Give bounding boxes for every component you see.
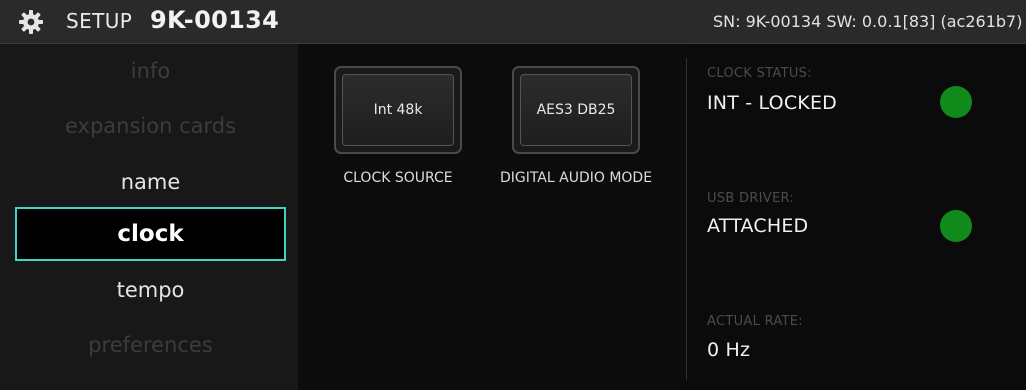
clock-status-value: INT - LOCKED: [707, 92, 837, 114]
device-id-title: 9K-00134: [150, 6, 280, 34]
sidebar-item-expansion-cards[interactable]: expansion cards: [15, 99, 286, 153]
clock-source-button[interactable]: Int 48k: [334, 66, 462, 154]
sidebar-item-clock[interactable]: clock: [15, 207, 286, 261]
sidebar-item-label: expansion cards: [64, 114, 237, 138]
clock-source-caption: CLOCK SOURCE: [343, 170, 453, 186]
clock-source-value: Int 48k: [342, 74, 454, 146]
panel-divider: [686, 58, 687, 380]
gear-icon: [19, 10, 43, 34]
clock-status-label: CLOCK STATUS:: [707, 66, 812, 81]
page-title-label: SETUP: [66, 9, 133, 33]
digital-audio-mode-value: AES3 DB25: [520, 74, 632, 146]
clock-status-led-indicator: [940, 86, 972, 118]
sidebar-item-info[interactable]: info: [15, 44, 286, 98]
usb-driver-label: USB DRIVER:: [707, 191, 795, 206]
serial-software-info: SN: 9K-00134 SW: 0.0.1[83] (ac261b7): [713, 12, 1023, 31]
sidebar-item-label: name: [120, 170, 181, 194]
sidebar-item-name[interactable]: name: [15, 155, 286, 209]
header-bar: SETUP 9K-00134 SN: 9K-00134 SW: 0.0.1[83…: [0, 0, 1026, 44]
clock-settings-panel: Int 48k CLOCK SOURCE AES3 DB25 DIGITAL A…: [298, 44, 686, 390]
digital-audio-mode-caption: DIGITAL AUDIO MODE: [499, 170, 653, 186]
actual-rate-value: 0 Hz: [707, 339, 751, 361]
sidebar-item-tempo[interactable]: tempo: [15, 263, 286, 317]
actual-rate-label: ACTUAL RATE:: [707, 314, 803, 329]
sidebar: info expansion cards name clock tempo pr…: [0, 44, 298, 390]
sidebar-item-preferences[interactable]: preferences: [15, 318, 286, 372]
digital-audio-mode-button[interactable]: AES3 DB25: [512, 66, 640, 154]
setup-window: SETUP 9K-00134 SN: 9K-00134 SW: 0.0.1[83…: [0, 0, 1026, 390]
sidebar-item-label: preferences: [88, 333, 213, 357]
sidebar-item-label: tempo: [116, 278, 185, 302]
sidebar-item-label: clock: [117, 221, 184, 247]
sidebar-item-label: info: [130, 59, 171, 83]
usb-driver-led-indicator: [940, 210, 972, 242]
usb-driver-value: ATTACHED: [707, 215, 809, 237]
